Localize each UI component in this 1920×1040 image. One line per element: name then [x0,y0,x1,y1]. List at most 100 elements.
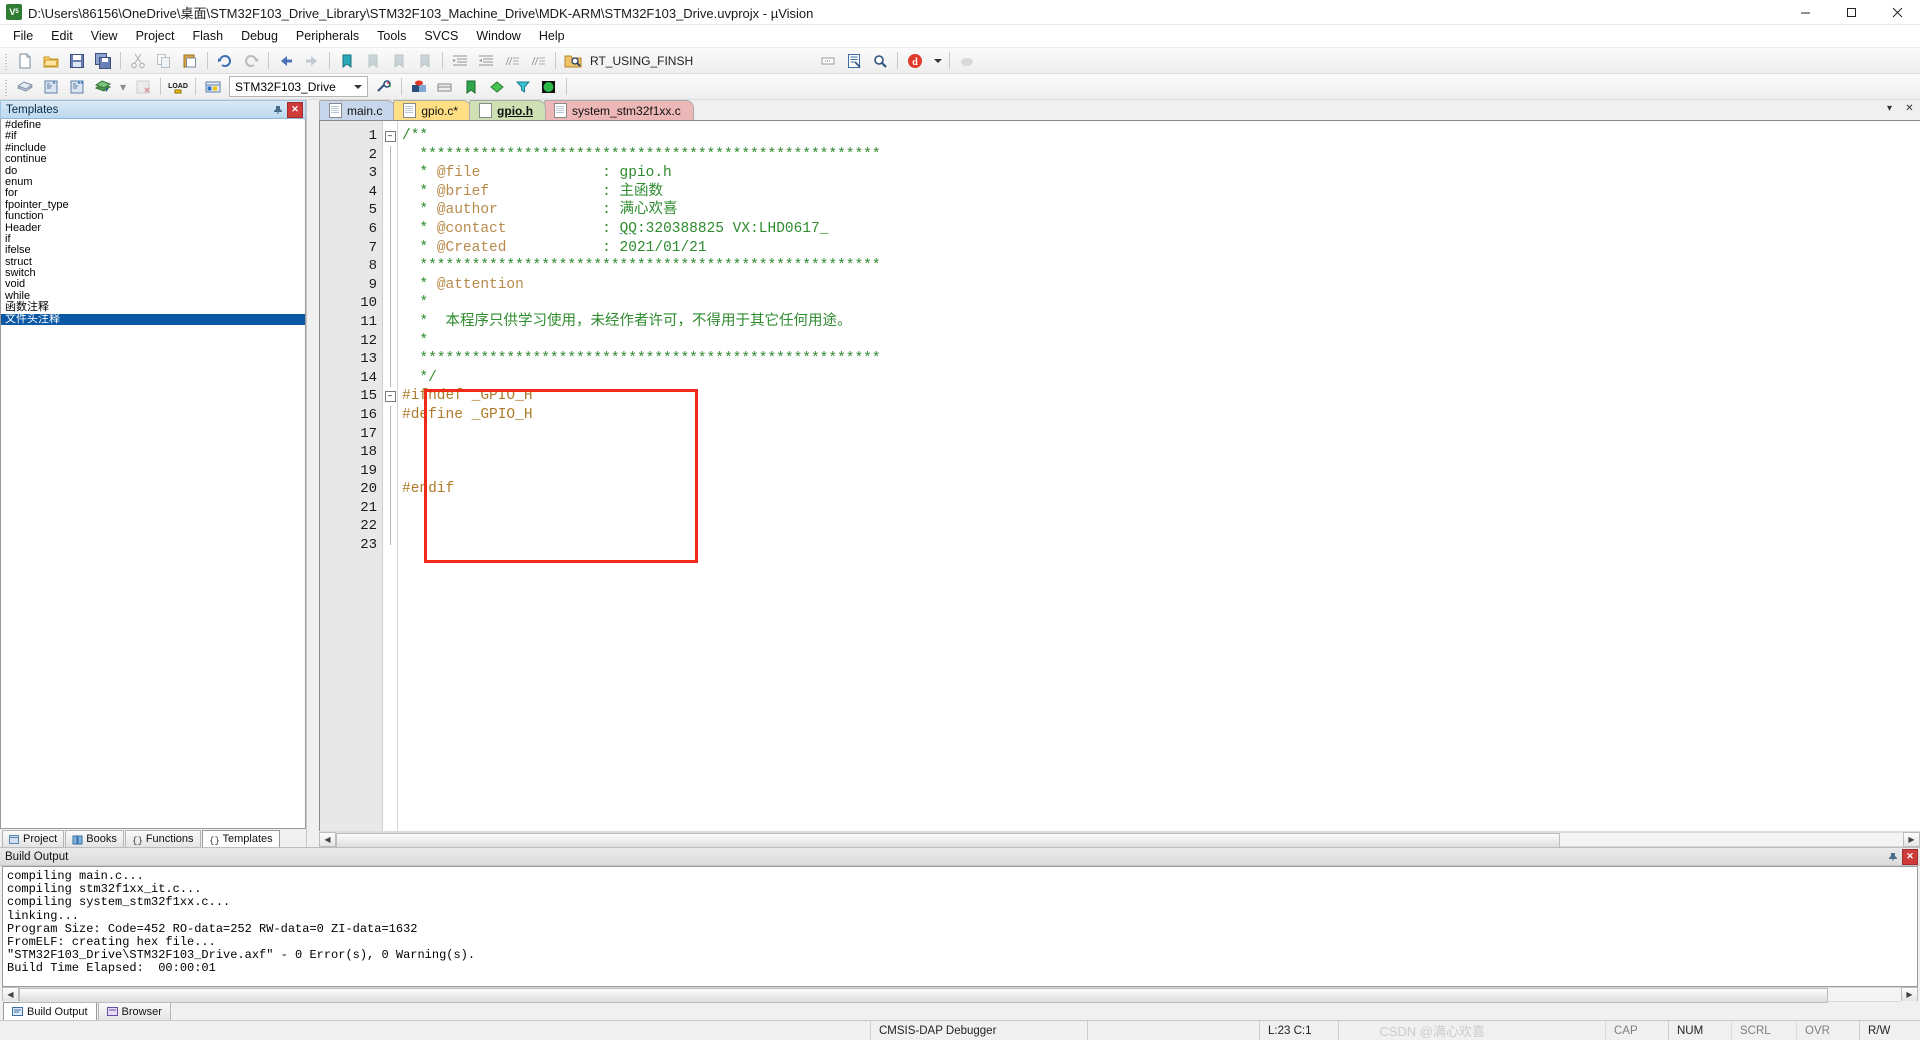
code-line[interactable]: ****************************************… [398,257,1920,276]
globe-icon[interactable] [537,75,561,98]
menu-help[interactable]: Help [530,27,574,45]
code-line[interactable] [398,443,1920,462]
pin-icon[interactable] [1886,850,1900,864]
debug-d-icon[interactable]: d [903,49,927,72]
options-target-icon[interactable] [372,75,396,98]
menu-view[interactable]: View [82,27,127,45]
bookmark-prev-icon[interactable] [361,49,385,72]
stop-build-icon[interactable] [131,75,155,98]
translate-icon[interactable] [13,75,37,98]
list-item[interactable]: #include [1,142,305,154]
code-line[interactable]: /** [398,127,1920,146]
code-line[interactable] [398,499,1920,518]
comment-icon[interactable] [500,49,524,72]
close-button[interactable] [1874,0,1920,24]
cut-icon[interactable] [126,49,150,72]
find-icon[interactable] [868,49,892,72]
menu-debug[interactable]: Debug [232,27,287,45]
close-icon[interactable]: ✕ [1902,848,1918,865]
fold-toggle-icon[interactable]: – [383,387,397,406]
close-icon[interactable]: ✕ [287,101,303,118]
maximize-button[interactable] [1828,0,1874,24]
filter-icon[interactable] [511,75,535,98]
pin-icon[interactable] [271,103,285,117]
tab-books[interactable]: Books [65,830,124,847]
menu-file[interactable]: File [4,27,42,45]
bookmark-toggle-icon[interactable] [335,49,359,72]
editor-tab-gpio-h[interactable]: gpio.h [469,100,547,120]
batch-build-icon[interactable] [91,75,115,98]
code-line[interactable]: ****************************************… [398,350,1920,369]
scroll-right-icon[interactable]: ▶ [1901,986,1918,1002]
chevron-down-icon[interactable] [354,84,363,89]
load-icon[interactable]: LOAD [166,75,190,98]
manage-project-items-icon[interactable] [201,75,225,98]
navigate-forward-icon[interactable] [300,49,324,72]
menu-svcs[interactable]: SVCS [415,27,467,45]
code-line[interactable]: * @file : gpio.h [398,164,1920,183]
batch-build-caret[interactable]: ▾ [116,80,130,94]
tab-project[interactable]: Project [2,830,65,847]
code-line[interactable]: * 本程序只供学习使用，未经作者许可，不得用于其它任何用途。 [398,313,1920,332]
scroll-right-icon[interactable]: ▶ [1903,832,1920,847]
find-combo-value[interactable]: RT_USING_FINSH [586,54,697,68]
scroll-left-icon[interactable]: ◀ [319,832,336,847]
list-item[interactable]: 函数注释 [1,301,305,313]
code-line[interactable]: * @Created : 2021/01/21 [398,239,1920,258]
tab-functions[interactable]: {} Functions [124,830,201,847]
list-item[interactable]: Header [1,222,305,234]
code-editor[interactable]: 1 2 3 4 5 6 7 8 9 10 11 12 13 14 15 16 17 18 19 20 21 22 23 – –… [319,120,1920,831]
code-line[interactable]: * @author : 满心欢喜 [398,201,1920,220]
navigate-back-icon[interactable] [274,49,298,72]
code-text[interactable]: /** ************************************… [398,121,1920,831]
code-line[interactable]: #ifndef _GPIO_H [398,387,1920,406]
code-line[interactable]: * @attention [398,276,1920,295]
outdent-icon[interactable] [474,49,498,72]
toolbar-grip[interactable] [3,51,10,70]
tab-list-dropdown-icon[interactable]: ▾ [1883,102,1896,115]
list-item[interactable]: #if [1,130,305,142]
tab-build-output[interactable]: Build Output [3,1002,97,1020]
tab-templates[interactable]: {} Templates [201,830,280,847]
menu-peripherals[interactable]: Peripherals [287,27,368,45]
code-line[interactable]: * @contact : QQ:320388825 VX:LHD0617_ [398,220,1920,239]
fold-toggle-icon[interactable]: – [383,127,397,146]
scroll-thumb[interactable] [336,833,1561,848]
browse-source-icon[interactable] [842,49,866,72]
list-item[interactable]: void [1,279,305,291]
list-item[interactable]: ifelse [1,244,305,256]
code-line[interactable]: */ [398,369,1920,388]
code-line[interactable]: * [398,294,1920,313]
bookmark-icon[interactable] [459,75,483,98]
close-document-icon[interactable]: ✕ [1903,102,1916,115]
find-in-files-icon[interactable] [561,49,585,72]
code-line[interactable]: * @brief : 主函数 [398,183,1920,202]
minimize-button[interactable] [1782,0,1828,24]
menu-tools[interactable]: Tools [368,27,415,45]
indent-icon[interactable] [448,49,472,72]
open-file-icon[interactable] [39,49,63,72]
redo-icon[interactable] [239,49,263,72]
list-item[interactable]: do [1,165,305,177]
code-line[interactable]: #endif [398,480,1920,499]
editor-horizontal-scrollbar[interactable]: ◀ ▶ [319,831,1920,848]
build-icon[interactable] [39,75,63,98]
list-item[interactable]: switch [1,267,305,279]
target-select[interactable]: STM32F103_Drive [229,76,369,97]
menu-edit[interactable]: Edit [42,27,82,45]
start-debug-icon[interactable] [407,75,431,98]
copy-icon[interactable] [152,49,176,72]
templates-list[interactable]: #define #if #include continue do enum fo… [0,119,306,829]
uncomment-icon[interactable] [526,49,550,72]
code-line[interactable]: #define _GPIO_H [398,406,1920,425]
undo-icon[interactable] [213,49,237,72]
paste-icon[interactable] [178,49,202,72]
list-item[interactable]: if [1,233,305,245]
save-icon[interactable] [65,49,89,72]
list-item[interactable]: enum [1,176,305,188]
code-line[interactable] [398,517,1920,536]
menu-project[interactable]: Project [127,27,184,45]
registers-icon[interactable] [433,75,457,98]
code-line[interactable]: * [398,332,1920,351]
configure-icon[interactable] [955,49,979,72]
